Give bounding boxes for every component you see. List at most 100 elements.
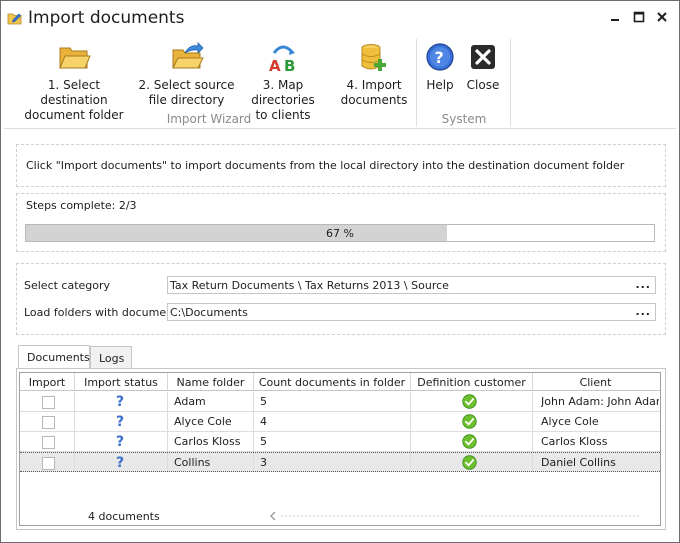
select-source-button[interactable]: 2. Select source file directory: [131, 41, 242, 108]
svg-text:B: B: [284, 57, 295, 73]
category-label: Select category: [24, 279, 111, 292]
close-icon[interactable]: [654, 10, 670, 24]
group-import-wizard: Import Wizard: [166, 112, 252, 126]
category-browse-button[interactable]: ...: [635, 278, 651, 291]
check-ok-icon: [462, 455, 477, 470]
col-import-status[interactable]: Import status: [75, 373, 168, 390]
check-ok-icon: [462, 434, 477, 449]
svg-text:?: ?: [116, 455, 124, 469]
svg-text:?: ?: [116, 434, 124, 448]
col-count-documents[interactable]: Count documents in folder: [254, 373, 411, 390]
progress-panel: Steps complete: 2/3: [16, 193, 666, 252]
col-import[interactable]: Import: [20, 373, 75, 390]
title-bar: Import documents: [1, 1, 679, 35]
unknown-status-icon: ?: [116, 394, 124, 408]
svg-text:?: ?: [116, 394, 124, 408]
ab-map-icon: A B: [269, 45, 295, 73]
close-x-icon: [471, 45, 495, 69]
ribbon: 1. Select destination document folder 2.…: [4, 35, 676, 129]
select-destination-button[interactable]: 1. Select destination document folder: [13, 41, 135, 123]
column-divider: [410, 392, 411, 411]
check-ok-icon: [462, 394, 477, 409]
col-client[interactable]: Client: [533, 373, 658, 390]
category-field[interactable]: Tax Return Documents \ Tax Returns 2013 …: [167, 276, 656, 294]
ribbon-separator: [510, 39, 511, 127]
cell-name-folder: Adam: [174, 395, 206, 408]
column-divider: [167, 412, 168, 431]
open-folder-icon: [59, 47, 91, 69]
window-title: Import documents: [28, 8, 185, 28]
import-documents-label: 4. Import documents: [340, 78, 408, 107]
check-ok-icon: [462, 414, 477, 429]
table-row[interactable]: ? Carlos Kloss 5 Carlos Kloss: [20, 432, 660, 452]
fields-panel: Select category Load folders with docume…: [16, 263, 666, 335]
cell-count: 4: [260, 415, 267, 428]
column-divider: [167, 453, 168, 471]
column-divider: [410, 412, 411, 431]
column-divider: [410, 432, 411, 451]
group-system: System: [441, 112, 487, 126]
table-row[interactable]: ? Adam 5 John Adam: John Adam: [20, 392, 660, 412]
close-label: Close: [466, 78, 500, 92]
table-row[interactable]: ? Collins 3 Daniel Collins: [20, 452, 660, 472]
svg-text:A: A: [269, 57, 281, 73]
column-divider: [532, 453, 533, 471]
folder-value: C:\Documents: [170, 306, 248, 319]
column-divider: [167, 392, 168, 411]
close-button[interactable]: Close: [464, 41, 502, 93]
column-divider: [167, 432, 168, 451]
steps-complete-label: Steps complete: 2/3: [26, 199, 137, 212]
cell-client: Carlos Kloss: [541, 435, 608, 448]
folder-edit-icon: [7, 13, 22, 25]
svg-text:?: ?: [435, 48, 444, 67]
cell-count: 5: [260, 395, 267, 408]
column-divider: [410, 453, 411, 471]
minimize-icon[interactable]: [607, 10, 623, 24]
folder-field[interactable]: C:\Documents ...: [167, 303, 656, 321]
import-checkbox[interactable]: [42, 457, 55, 470]
help-icon: ?: [426, 43, 454, 71]
tab-logs[interactable]: Logs: [90, 346, 132, 369]
column-divider: [74, 392, 75, 411]
column-divider: [74, 453, 75, 471]
column-divider: [74, 432, 75, 451]
cell-name-folder: Alyce Cole: [174, 415, 232, 428]
column-divider: [532, 432, 533, 451]
col-name-folder[interactable]: Name folder: [168, 373, 254, 390]
document-count: 4 documents: [88, 510, 160, 523]
cell-count: 3: [260, 456, 267, 469]
import-checkbox[interactable]: [42, 396, 55, 409]
select-source-label: 2. Select source file directory: [138, 78, 235, 107]
cell-client: Daniel Collins: [541, 456, 616, 469]
cell-name-folder: Carlos Kloss: [174, 435, 241, 448]
import-documents-window: Import documents 1. Select destination d…: [0, 0, 680, 543]
cell-client: Alyce Cole: [541, 415, 599, 428]
import-checkbox[interactable]: [42, 436, 55, 449]
database-add-icon: [361, 44, 386, 71]
maximize-icon[interactable]: [631, 10, 647, 24]
instructions-text: Click "Import documents" to import docum…: [26, 159, 625, 172]
unknown-status-icon: ?: [116, 434, 124, 448]
grid-header: Import Import status Name folder Count d…: [20, 373, 660, 391]
cell-client: John Adam: John Adam: [541, 395, 659, 408]
column-divider: [532, 392, 533, 411]
svg-text:?: ?: [116, 414, 124, 428]
instructions-panel: Click "Import documents" to import docum…: [16, 144, 666, 187]
help-label: Help: [426, 78, 454, 92]
import-checkbox[interactable]: [42, 416, 55, 429]
col-definition-customer[interactable]: Definition customer: [411, 373, 533, 390]
progress-bar: 67 %: [25, 224, 655, 242]
help-button[interactable]: ? Help: [422, 41, 458, 93]
tab-documents[interactable]: Documents: [18, 345, 90, 369]
category-value: Tax Return Documents \ Tax Returns 2013 …: [170, 279, 449, 292]
folder-browse-button[interactable]: ...: [635, 305, 651, 318]
column-divider: [532, 412, 533, 431]
folder-arrow-icon: [171, 42, 204, 69]
horizontal-scrollbar[interactable]: [269, 510, 651, 522]
unknown-status-icon: ?: [116, 414, 124, 428]
table-row[interactable]: ? Alyce Cole 4 Alyce Cole: [20, 412, 660, 432]
map-directories-button[interactable]: A B 3. Map directories to clients: [231, 41, 335, 123]
import-documents-button[interactable]: 4. Import documents: [340, 41, 408, 108]
ribbon-separator: [416, 39, 417, 127]
cell-name-folder: Collins: [174, 456, 211, 469]
